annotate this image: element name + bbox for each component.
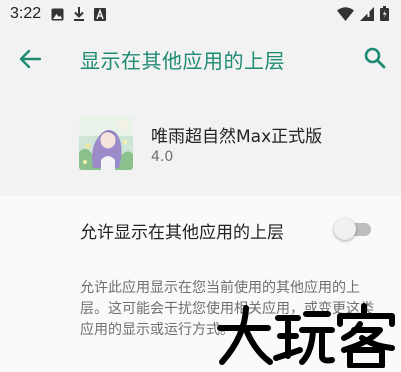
status-time: 3:22 bbox=[10, 5, 42, 22]
page-title: 显示在其他应用的上层 bbox=[80, 49, 285, 73]
app-icon bbox=[79, 116, 133, 170]
a-box-icon bbox=[94, 7, 107, 21]
search-button[interactable] bbox=[362, 44, 388, 72]
wifi-icon bbox=[337, 6, 354, 25]
app-version: 4.0 bbox=[151, 149, 174, 165]
toggle-thumb bbox=[334, 218, 356, 240]
overlay-permission-row[interactable]: 允许显示在其他应用的上层 bbox=[0, 196, 401, 262]
app-name: 唯雨超自然Max正式版 bbox=[151, 127, 323, 147]
signal-icon bbox=[360, 6, 374, 25]
watermark-logo bbox=[216, 302, 396, 369]
overlay-permission-label: 允许显示在其他应用的上层 bbox=[80, 223, 284, 243]
arrow-left-icon bbox=[19, 49, 41, 69]
app-bar: 显示在其他应用的上层 bbox=[0, 28, 401, 90]
status-icons-right bbox=[337, 6, 389, 25]
status-bar: 3:22 bbox=[0, 0, 401, 28]
battery-icon bbox=[380, 6, 389, 25]
download-icon bbox=[73, 7, 85, 21]
overlay-permission-toggle[interactable] bbox=[334, 218, 374, 240]
image-icon bbox=[51, 8, 64, 21]
screen: 3:22 显示在其他应用的上层 唯雨超自然Max正式版 4.0 允许显示在其他应… bbox=[0, 0, 401, 372]
app-header: 唯雨超自然Max正式版 4.0 bbox=[0, 96, 401, 196]
back-button[interactable] bbox=[17, 46, 43, 72]
search-icon bbox=[364, 47, 386, 69]
